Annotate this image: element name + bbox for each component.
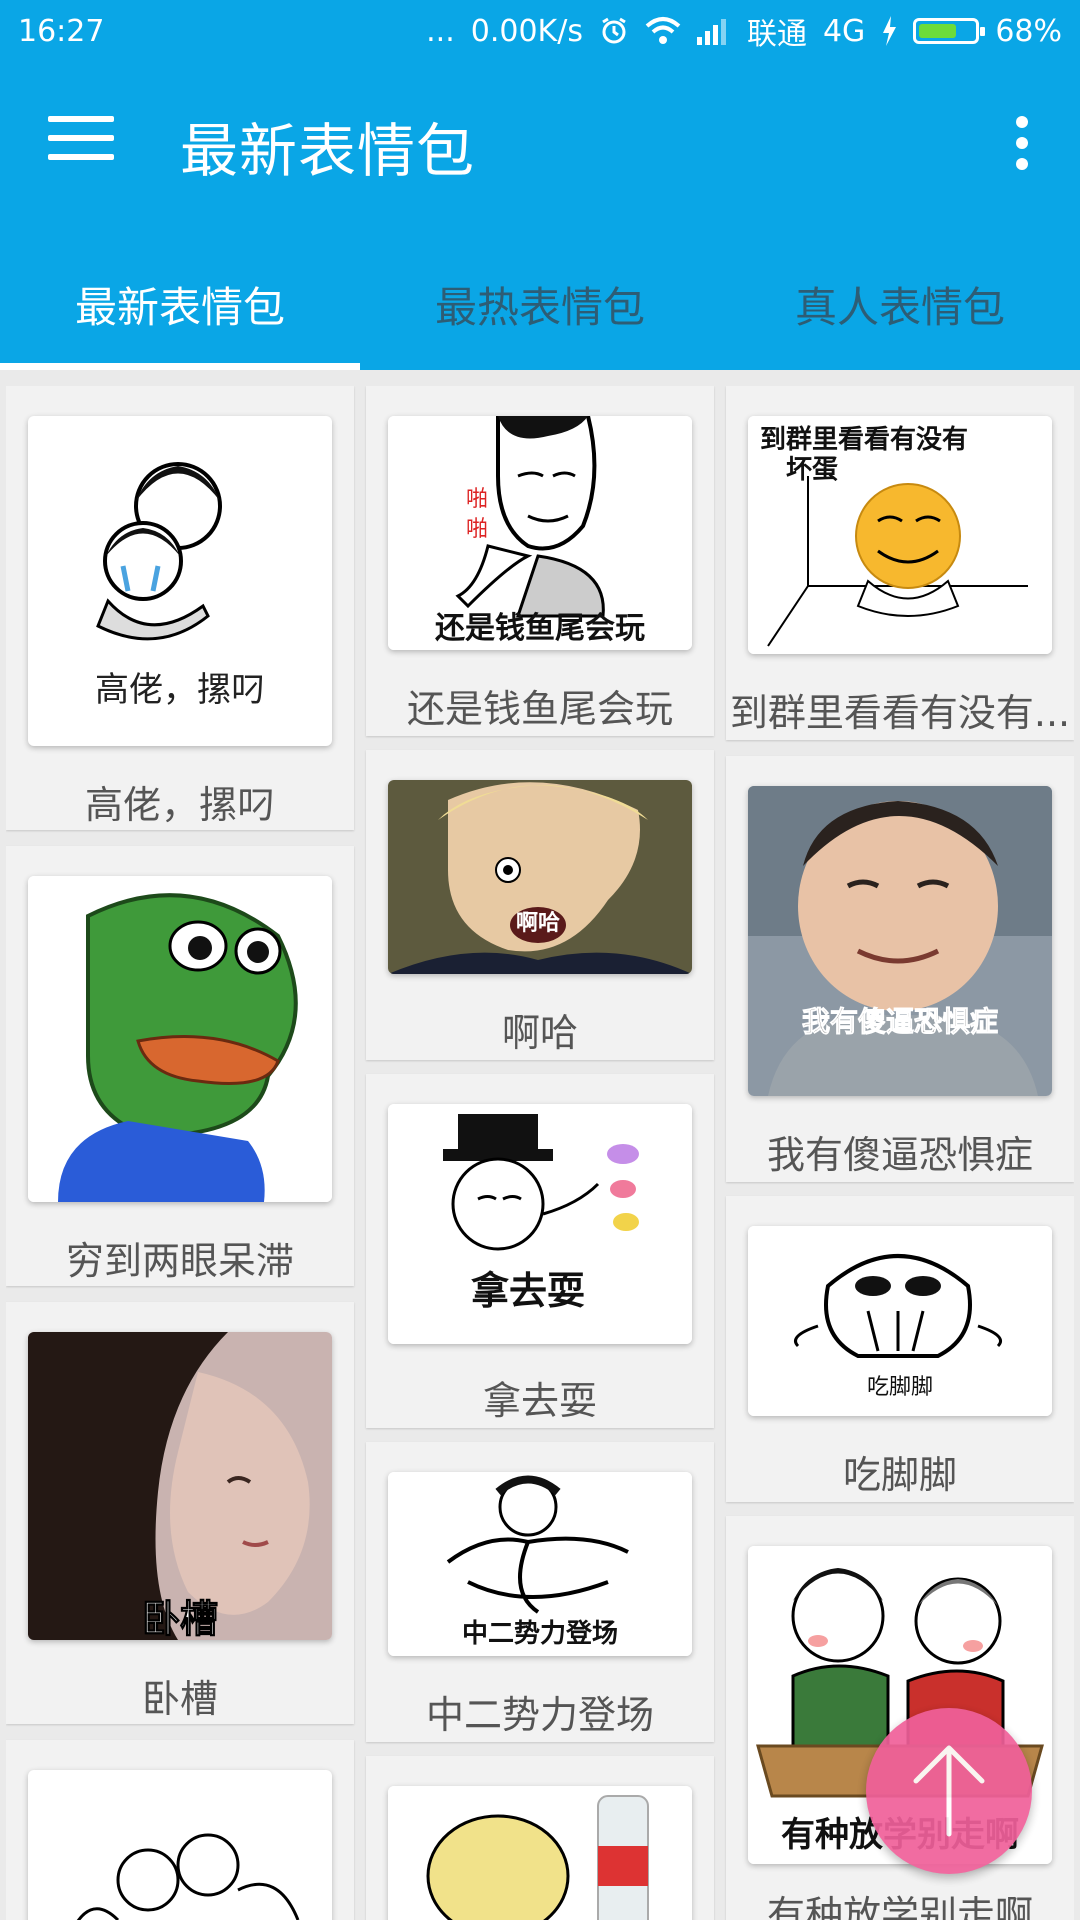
tab-newest[interactable]: 最新表情包	[0, 224, 360, 370]
sticker-image-extra-text: 啪	[466, 487, 488, 512]
sticker-image-text: 拿去耍	[471, 1269, 585, 1313]
sticker-image[interactable]	[388, 1786, 692, 1920]
sticker-image-text-line1: 到群里看看有没有	[760, 425, 968, 455]
tab-hottest[interactable]: 最热表情包	[360, 224, 720, 370]
sticker-card[interactable]	[6, 1740, 354, 1920]
status-icons: ... 0.00K/s 联通 4G 68%	[426, 9, 1062, 53]
sticker-image-text: 卧槽	[142, 1597, 218, 1640]
sticker-card[interactable]: 啪 啪 还是钱鱼尾会玩 还是钱鱼尾会玩	[366, 386, 714, 736]
hamburger-menu-icon[interactable]	[48, 116, 114, 164]
sticker-caption: 啊哈	[501, 1011, 578, 1055]
status-bar: 16:27 ... 0.00K/s 联通 4G 68%	[0, 0, 1080, 62]
sticker-image[interactable]: 吃脚脚	[748, 1226, 1052, 1416]
signal-icon	[696, 19, 726, 45]
sticker-image[interactable]	[28, 876, 332, 1202]
battery-level-fill	[919, 24, 957, 38]
status-time: 16:27	[18, 13, 105, 49]
sticker-image[interactable]: 拿去耍	[388, 1104, 692, 1344]
sticker-caption: 穷到两眼呆滞	[65, 1239, 294, 1283]
sticker-caption: 我有傻逼恐惧症	[766, 1133, 1033, 1177]
scroll-to-top-button[interactable]	[866, 1708, 1032, 1874]
sticker-caption: 高佬，摞叼	[84, 783, 275, 827]
sticker-image[interactable]: 啪 啪 还是钱鱼尾会玩	[388, 416, 692, 650]
sticker-image-text: 我有傻逼恐惧症	[802, 1005, 998, 1038]
network-type: 4G	[822, 13, 866, 49]
sticker-caption: 还是钱鱼尾会玩	[406, 687, 673, 731]
charging-icon	[883, 16, 897, 46]
wifi-icon	[645, 17, 681, 44]
sticker-image[interactable]	[28, 1770, 332, 1920]
sticker-card[interactable]: 我有傻逼恐惧症 我有傻逼恐惧症	[726, 756, 1074, 1182]
sticker-card[interactable]	[366, 1756, 714, 1920]
battery-icon	[913, 18, 986, 44]
sticker-image[interactable]: 中二势力登场	[388, 1472, 692, 1656]
status-dots: ...	[426, 13, 455, 49]
sticker-image[interactable]: 我有傻逼恐惧症	[748, 786, 1052, 1096]
alarm-icon	[602, 17, 626, 44]
sticker-image-text: 啊哈	[516, 910, 560, 936]
network-speed: 0.00K/s	[470, 13, 583, 49]
sticker-caption: 卧槽	[141, 1677, 218, 1721]
sticker-image-extra-text-2: 啪	[466, 517, 488, 542]
app-toolbar: 最新表情包	[0, 62, 1080, 224]
sticker-image-text: 还是钱鱼尾会玩	[435, 611, 645, 646]
sticker-grid: 高佬，摞叼 高佬，摞叼 穷到两眼呆滞 卧槽 卧槽 啪 啪 还是钱鱼尾会玩 还是钱…	[6, 386, 1074, 1920]
sticker-card[interactable]: 穷到两眼呆滞	[6, 846, 354, 1286]
sticker-image[interactable]: 到群里看看有没有 坏蛋	[748, 416, 1052, 654]
sticker-card[interactable]: 啊哈 啊哈	[366, 750, 714, 1060]
sticker-image-text: 中二势力登场	[462, 1618, 618, 1649]
more-vert-icon[interactable]	[1012, 116, 1032, 170]
sticker-caption: 中二势力登场	[425, 1693, 654, 1737]
page-title: 最新表情包	[180, 117, 476, 185]
carrier-label: 联通	[746, 17, 807, 52]
sticker-card[interactable]: 中二势力登场 中二势力登场	[366, 1442, 714, 1742]
sticker-caption: 到群里看看有没有...	[729, 691, 1071, 735]
sticker-image[interactable]: 卧槽	[28, 1332, 332, 1640]
sticker-caption: 有种放学别走啊	[766, 1893, 1033, 1920]
sticker-card[interactable]: 拿去耍 拿去耍	[366, 1074, 714, 1428]
sticker-image-text-line2: 坏蛋	[786, 455, 838, 485]
sticker-image-text: 吃脚脚	[867, 1375, 933, 1400]
arrow-up-icon	[913, 1745, 985, 1837]
tab-real-person[interactable]: 真人表情包	[720, 224, 1080, 370]
sticker-caption: 吃脚脚	[842, 1453, 957, 1497]
sticker-image[interactable]: 啊哈	[388, 780, 692, 974]
sticker-card[interactable]: 高佬，摞叼 高佬，摞叼	[6, 386, 354, 830]
sticker-image-text: 高佬，摞叼	[95, 670, 265, 710]
sticker-card[interactable]: 到群里看看有没有 坏蛋 到群里看看有没有...	[726, 386, 1074, 740]
tab-bar: 最新表情包 最热表情包 真人表情包	[0, 224, 1080, 370]
battery-percent: 68%	[995, 13, 1062, 49]
sticker-image[interactable]: 高佬，摞叼	[28, 416, 332, 746]
sticker-card[interactable]: 卧槽 卧槽	[6, 1302, 354, 1724]
sticker-caption: 拿去耍	[482, 1379, 597, 1423]
sticker-card[interactable]: 吃脚脚 吃脚脚	[726, 1196, 1074, 1502]
